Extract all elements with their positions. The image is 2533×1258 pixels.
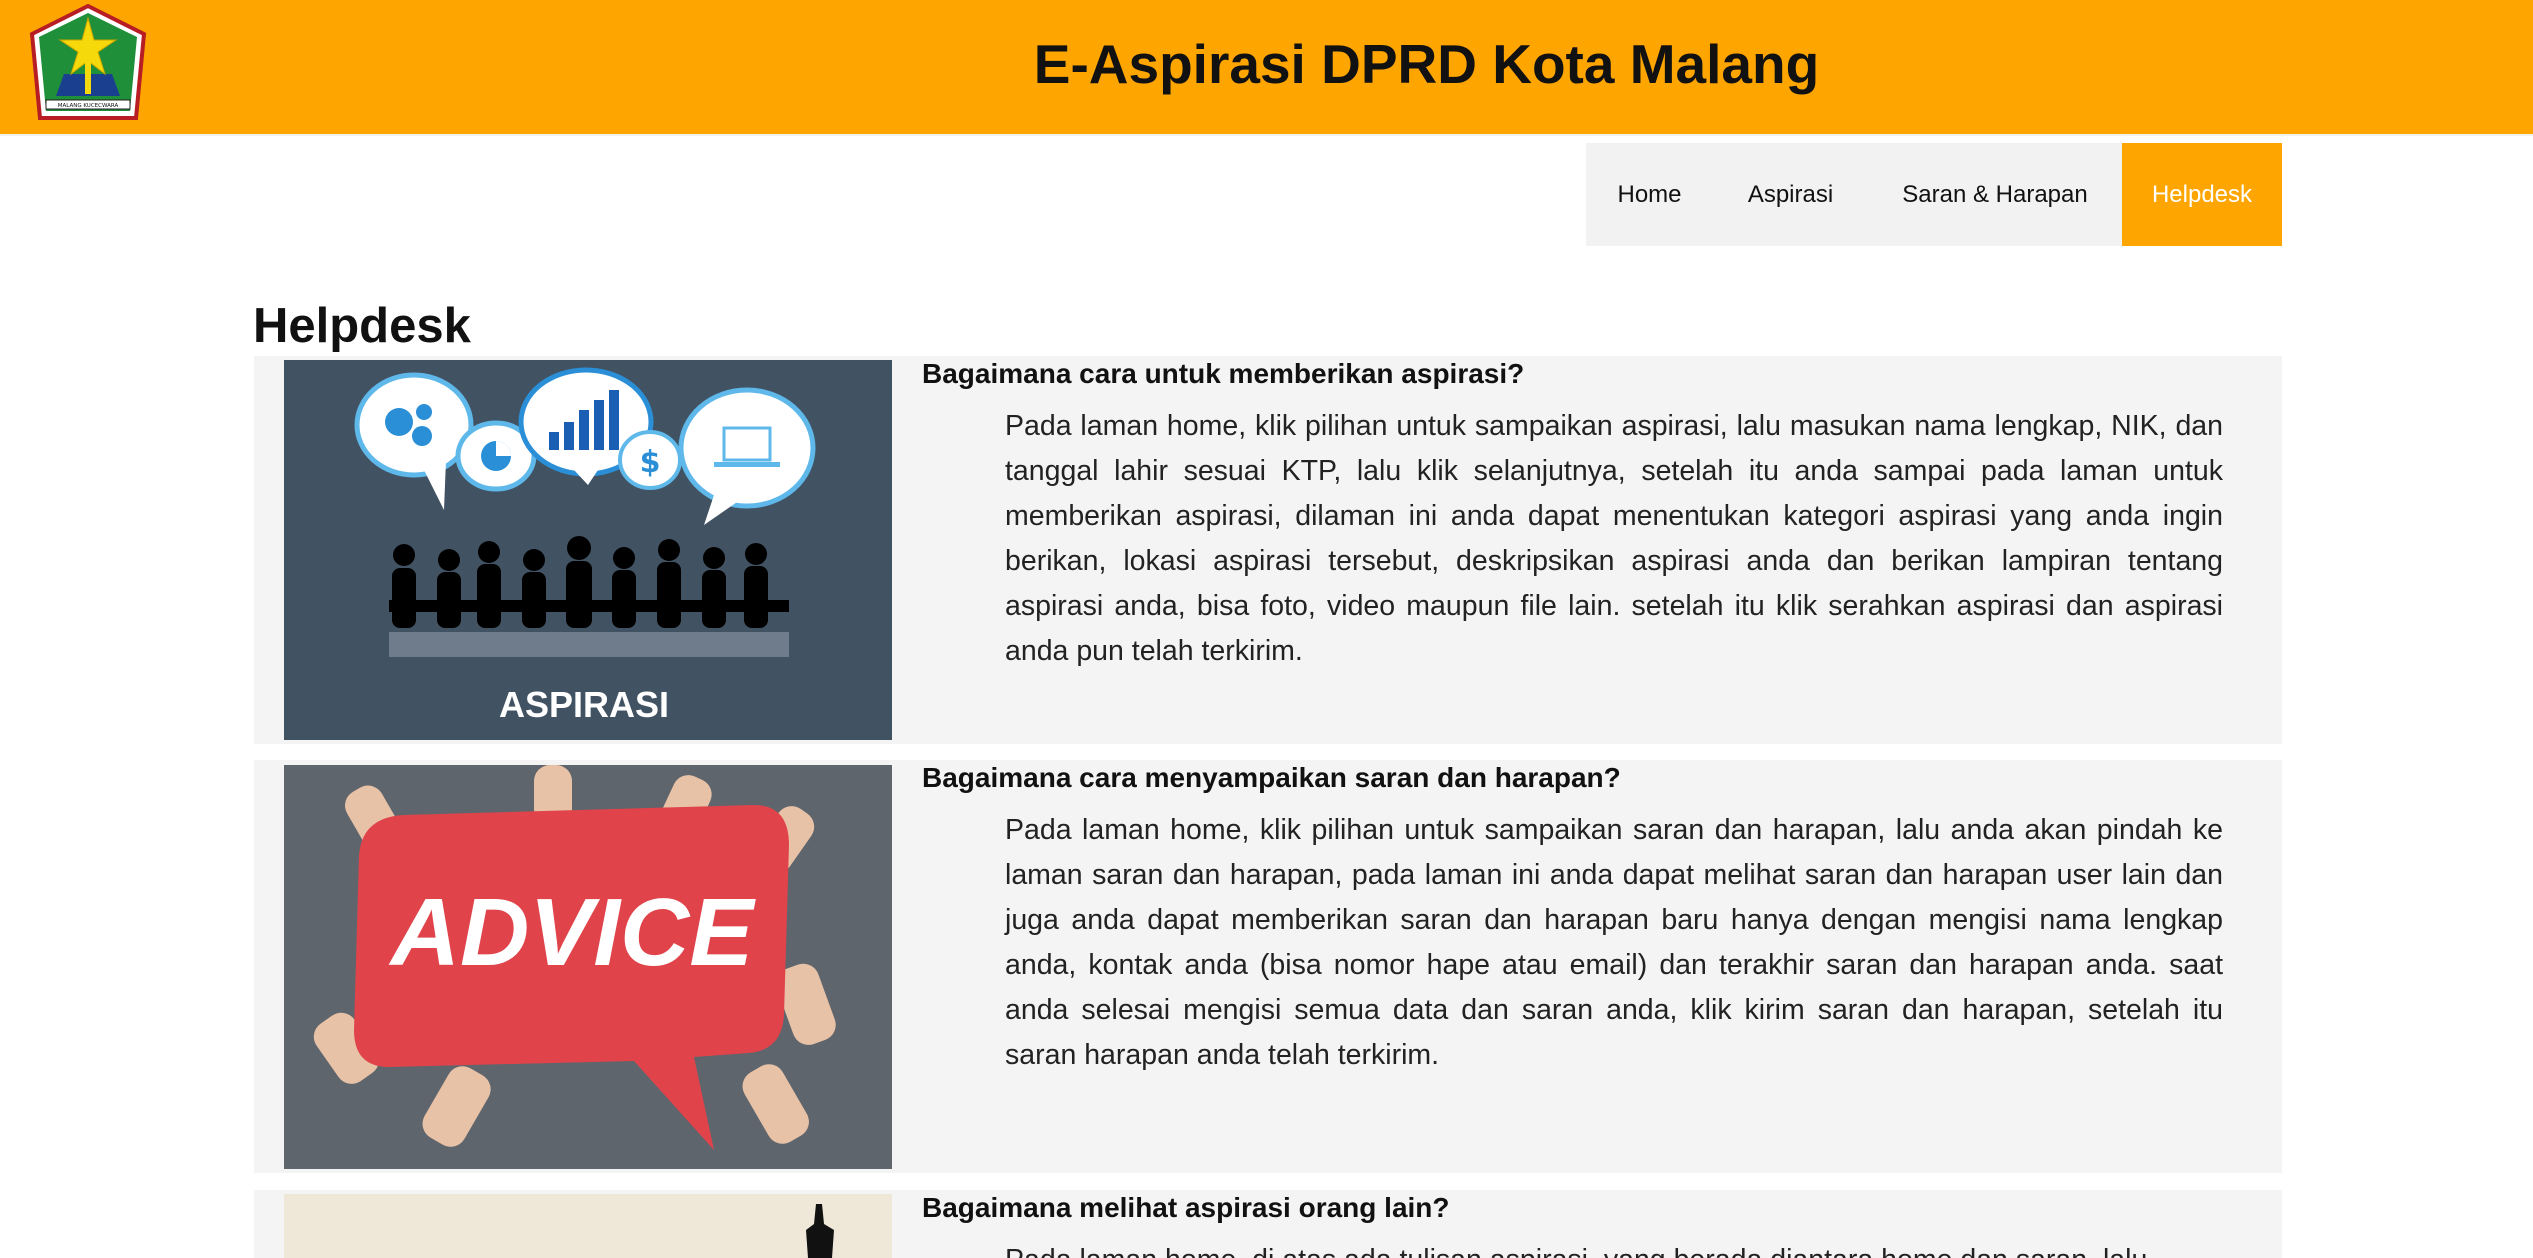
logo-motto: MALANG KUCECWARA bbox=[58, 103, 119, 109]
svg-text:$: $ bbox=[640, 445, 661, 480]
speech-bubble-icon bbox=[354, 372, 474, 510]
advice-image: ADVICE bbox=[284, 765, 892, 1169]
site-header: MALANG KUCECWARA E-Aspirasi DPRD Kota Ma… bbox=[0, 0, 2533, 136]
faq-card: Bagaimana melihat aspirasi orang lain? P… bbox=[254, 1190, 2282, 1258]
meeting-silhouette-icon bbox=[389, 536, 789, 628]
nav-saran-harapan[interactable]: Saran & Harapan bbox=[1868, 143, 2122, 246]
page-title: Helpdesk bbox=[253, 299, 471, 353]
faq-answer: Pada laman home, klik pilihan untuk samp… bbox=[1005, 814, 2223, 1071]
faq-answer: Pada laman home, di atas ada tulisan asp… bbox=[1005, 1238, 2223, 1258]
nav-home[interactable]: Home bbox=[1586, 143, 1713, 246]
aspirasi-image-caption: ASPIRASI bbox=[499, 684, 669, 725]
card-image bbox=[284, 1194, 892, 1258]
faq-card: $ ASPIRASI Bagaimana cara untuk memberik… bbox=[254, 356, 2282, 744]
nav-helpdesk[interactable]: Helpdesk bbox=[2122, 143, 2282, 246]
faq-card: ADVICE Bagaimana cara menyampaikan saran… bbox=[254, 760, 2282, 1173]
laptop-bubble-icon bbox=[678, 387, 816, 525]
nav-aspirasi[interactable]: Aspirasi bbox=[1713, 143, 1868, 246]
faq-question: Bagaimana cara untuk memberikan aspirasi… bbox=[922, 358, 1525, 389]
pointing-hand-icon bbox=[806, 1204, 834, 1258]
faq-question: Bagaimana melihat aspirasi orang lain? bbox=[922, 1192, 1450, 1223]
faq-answer: Pada laman home, klik pilihan untuk samp… bbox=[1005, 410, 2223, 667]
main-nav: Home Aspirasi Saran & Harapan Helpdesk bbox=[1586, 143, 2282, 246]
advice-image-caption: ADVICE bbox=[389, 879, 757, 986]
aspirasi-image: $ ASPIRASI bbox=[284, 360, 892, 740]
dollar-bubble-icon: $ bbox=[618, 430, 682, 490]
site-title: E-Aspirasi DPRD Kota Malang bbox=[1033, 33, 1820, 95]
faq-question: Bagaimana cara menyampaikan saran dan ha… bbox=[922, 762, 1621, 793]
